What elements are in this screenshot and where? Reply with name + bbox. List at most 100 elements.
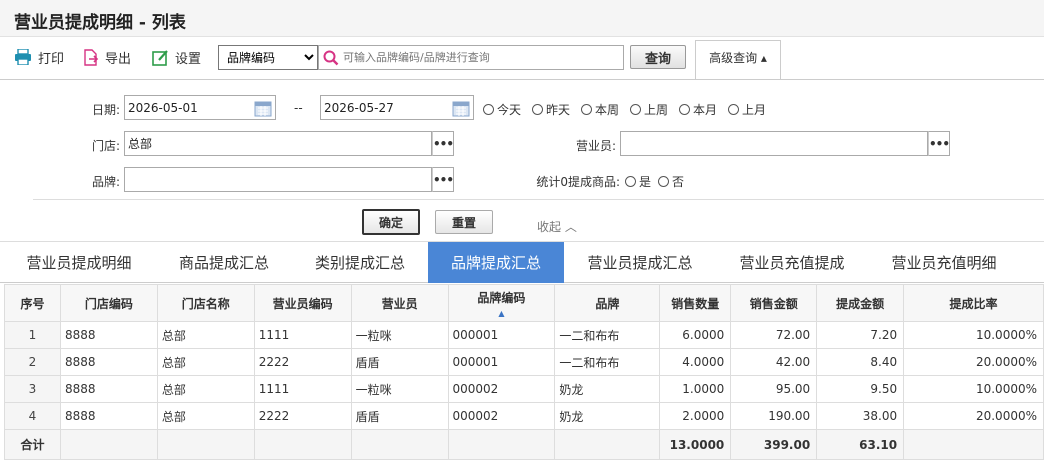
- date-from-value: 2026-05-01: [128, 100, 198, 115]
- table-cell: 1111: [253, 375, 352, 403]
- table-cell: 2222: [253, 402, 352, 430]
- report-tabs: 营业员提成明细 商品提成汇总 类别提成汇总 品牌提成汇总 营业员提成汇总 营业员…: [0, 241, 1044, 283]
- tab-brand-summary[interactable]: 品牌提成汇总: [428, 242, 564, 283]
- collapse-toggle[interactable]: 收起 ︿: [537, 218, 577, 235]
- table-cell: 000001: [447, 321, 556, 349]
- quick-date-today[interactable]: 今天: [483, 101, 521, 118]
- table-cell: [350, 429, 449, 460]
- print-button[interactable]: 打印: [14, 47, 64, 67]
- table-row[interactable]: 1 8888 总部 1111 一粒咪 000001 一二和布布 6.0000 7…: [4, 321, 1044, 349]
- title-bar: 营业员提成明细 - 列表: [0, 0, 1044, 37]
- table-cell: 一二和布布: [554, 348, 661, 376]
- table-cell: 总部: [156, 321, 255, 349]
- table-cell: 一粒咪: [350, 321, 449, 349]
- tab-salesperson-detail[interactable]: 营业员提成明细: [8, 242, 150, 283]
- table-cell: 8888: [59, 402, 158, 430]
- search-box[interactable]: [318, 45, 624, 70]
- column-header[interactable]: 提成比率: [903, 284, 1044, 322]
- date-label: 日期:: [91, 103, 120, 117]
- radio-icon: [483, 104, 494, 115]
- radio-icon: [679, 104, 690, 115]
- search-input[interactable]: [343, 51, 613, 64]
- table-row[interactable]: 4 8888 总部 2222 盾盾 000002 奶龙 2.0000 190.0…: [4, 402, 1044, 430]
- toolbar: 打印 导出 设置 品牌编码 查询 高级查询 ▴: [0, 37, 1044, 80]
- column-header-sorted[interactable]: 品牌编码 ▲: [447, 284, 556, 322]
- column-header[interactable]: 营业员: [350, 284, 449, 322]
- table-cell: 盾盾: [350, 402, 449, 430]
- table-cell: [903, 429, 1044, 460]
- settings-button[interactable]: 设置: [152, 47, 201, 67]
- table-cell: 9.50: [816, 375, 905, 403]
- brand-input[interactable]: [124, 167, 432, 192]
- calendar-icon[interactable]: [452, 99, 470, 117]
- table-row[interactable]: 3 8888 总部 1111 一粒咪 000002 奶龙 1.0000 95.0…: [4, 375, 1044, 403]
- date-to-input[interactable]: 2026-05-27: [320, 95, 474, 120]
- column-header[interactable]: 提成金额: [816, 284, 905, 322]
- search-icon: [323, 50, 339, 65]
- row-number: 2: [4, 348, 61, 376]
- table-cell: [554, 429, 661, 460]
- zero-yes-label: 是: [639, 175, 652, 189]
- date-separator: --: [294, 101, 303, 115]
- tab-salesperson-summary[interactable]: 营业员提成汇总: [570, 242, 710, 283]
- table-cell: [59, 429, 158, 460]
- confirm-button[interactable]: 确定: [362, 209, 420, 235]
- table-cell: 8888: [59, 321, 158, 349]
- table-cell: 10.0000%: [903, 321, 1044, 349]
- reset-button[interactable]: 重置: [435, 210, 493, 234]
- quick-date-last-month[interactable]: 上月: [728, 101, 766, 118]
- brand-picker-button[interactable]: •••: [432, 167, 454, 192]
- column-header[interactable]: 门店编码: [59, 284, 158, 322]
- table-cell: 10.0000%: [903, 375, 1044, 403]
- total-label: 合计: [4, 429, 61, 460]
- zero-commission-no[interactable]: 否: [658, 173, 684, 190]
- table-cell: 奶龙: [554, 402, 661, 430]
- advanced-search-toggle[interactable]: 高级查询 ▴: [695, 40, 781, 80]
- store-picker-button[interactable]: •••: [432, 131, 454, 156]
- tab-product-summary[interactable]: 商品提成汇总: [156, 242, 292, 283]
- column-header[interactable]: 销售金额: [730, 284, 818, 322]
- quick-date-this-week[interactable]: 本周: [581, 101, 619, 118]
- salesperson-input[interactable]: [620, 131, 928, 156]
- radio-icon: [630, 104, 641, 115]
- table-cell: 7.20: [816, 321, 905, 349]
- table-row[interactable]: 2 8888 总部 2222 盾盾 000001 一二和布布 4.0000 42…: [4, 348, 1044, 376]
- table-cell: 190.00: [730, 402, 818, 430]
- table-cell: 总部: [156, 375, 255, 403]
- filter-divider: [33, 199, 1044, 200]
- store-input[interactable]: 总部: [124, 131, 432, 156]
- store-label: 门店:: [91, 139, 120, 153]
- table-cell: 4.0000: [659, 348, 732, 376]
- column-header[interactable]: 序号: [4, 284, 61, 322]
- total-commission: 63.10: [816, 429, 905, 460]
- row-number: 4: [4, 402, 61, 430]
- salesperson-picker-button[interactable]: •••: [928, 131, 950, 156]
- column-header[interactable]: 品牌: [554, 284, 661, 322]
- radio-icon: [581, 104, 592, 115]
- quick-date-last-week[interactable]: 上周: [630, 101, 668, 118]
- export-button[interactable]: 导出: [83, 47, 131, 67]
- table-cell: 000002: [447, 402, 556, 430]
- calendar-icon[interactable]: [254, 99, 272, 117]
- table-cell: 一二和布布: [554, 321, 661, 349]
- tab-recharge-detail[interactable]: 营业员充值明细: [874, 242, 1014, 283]
- quick-date-yesterday[interactable]: 昨天: [532, 101, 570, 118]
- zero-commission-yes[interactable]: 是: [625, 173, 651, 190]
- total-amount: 399.00: [730, 429, 818, 460]
- table-cell: 95.00: [730, 375, 818, 403]
- column-header[interactable]: 营业员编码: [253, 284, 352, 322]
- query-button[interactable]: 查询: [630, 45, 686, 69]
- quick-date-label: 今天: [497, 103, 522, 117]
- column-header[interactable]: 销售数量: [659, 284, 732, 322]
- table-cell: [447, 429, 556, 460]
- quick-date-this-month[interactable]: 本月: [679, 101, 717, 118]
- quick-date-label: 上月: [742, 103, 767, 117]
- tab-recharge-commission[interactable]: 营业员充值提成: [722, 242, 862, 283]
- search-field-select[interactable]: 品牌编码: [218, 45, 318, 70]
- radio-icon: [532, 104, 543, 115]
- date-from-input[interactable]: 2026-05-01: [124, 95, 276, 120]
- column-header[interactable]: 门店名称: [156, 284, 255, 322]
- tab-category-summary[interactable]: 类别提成汇总: [292, 242, 428, 283]
- printer-icon: [15, 49, 31, 65]
- table-cell: 8888: [59, 348, 158, 376]
